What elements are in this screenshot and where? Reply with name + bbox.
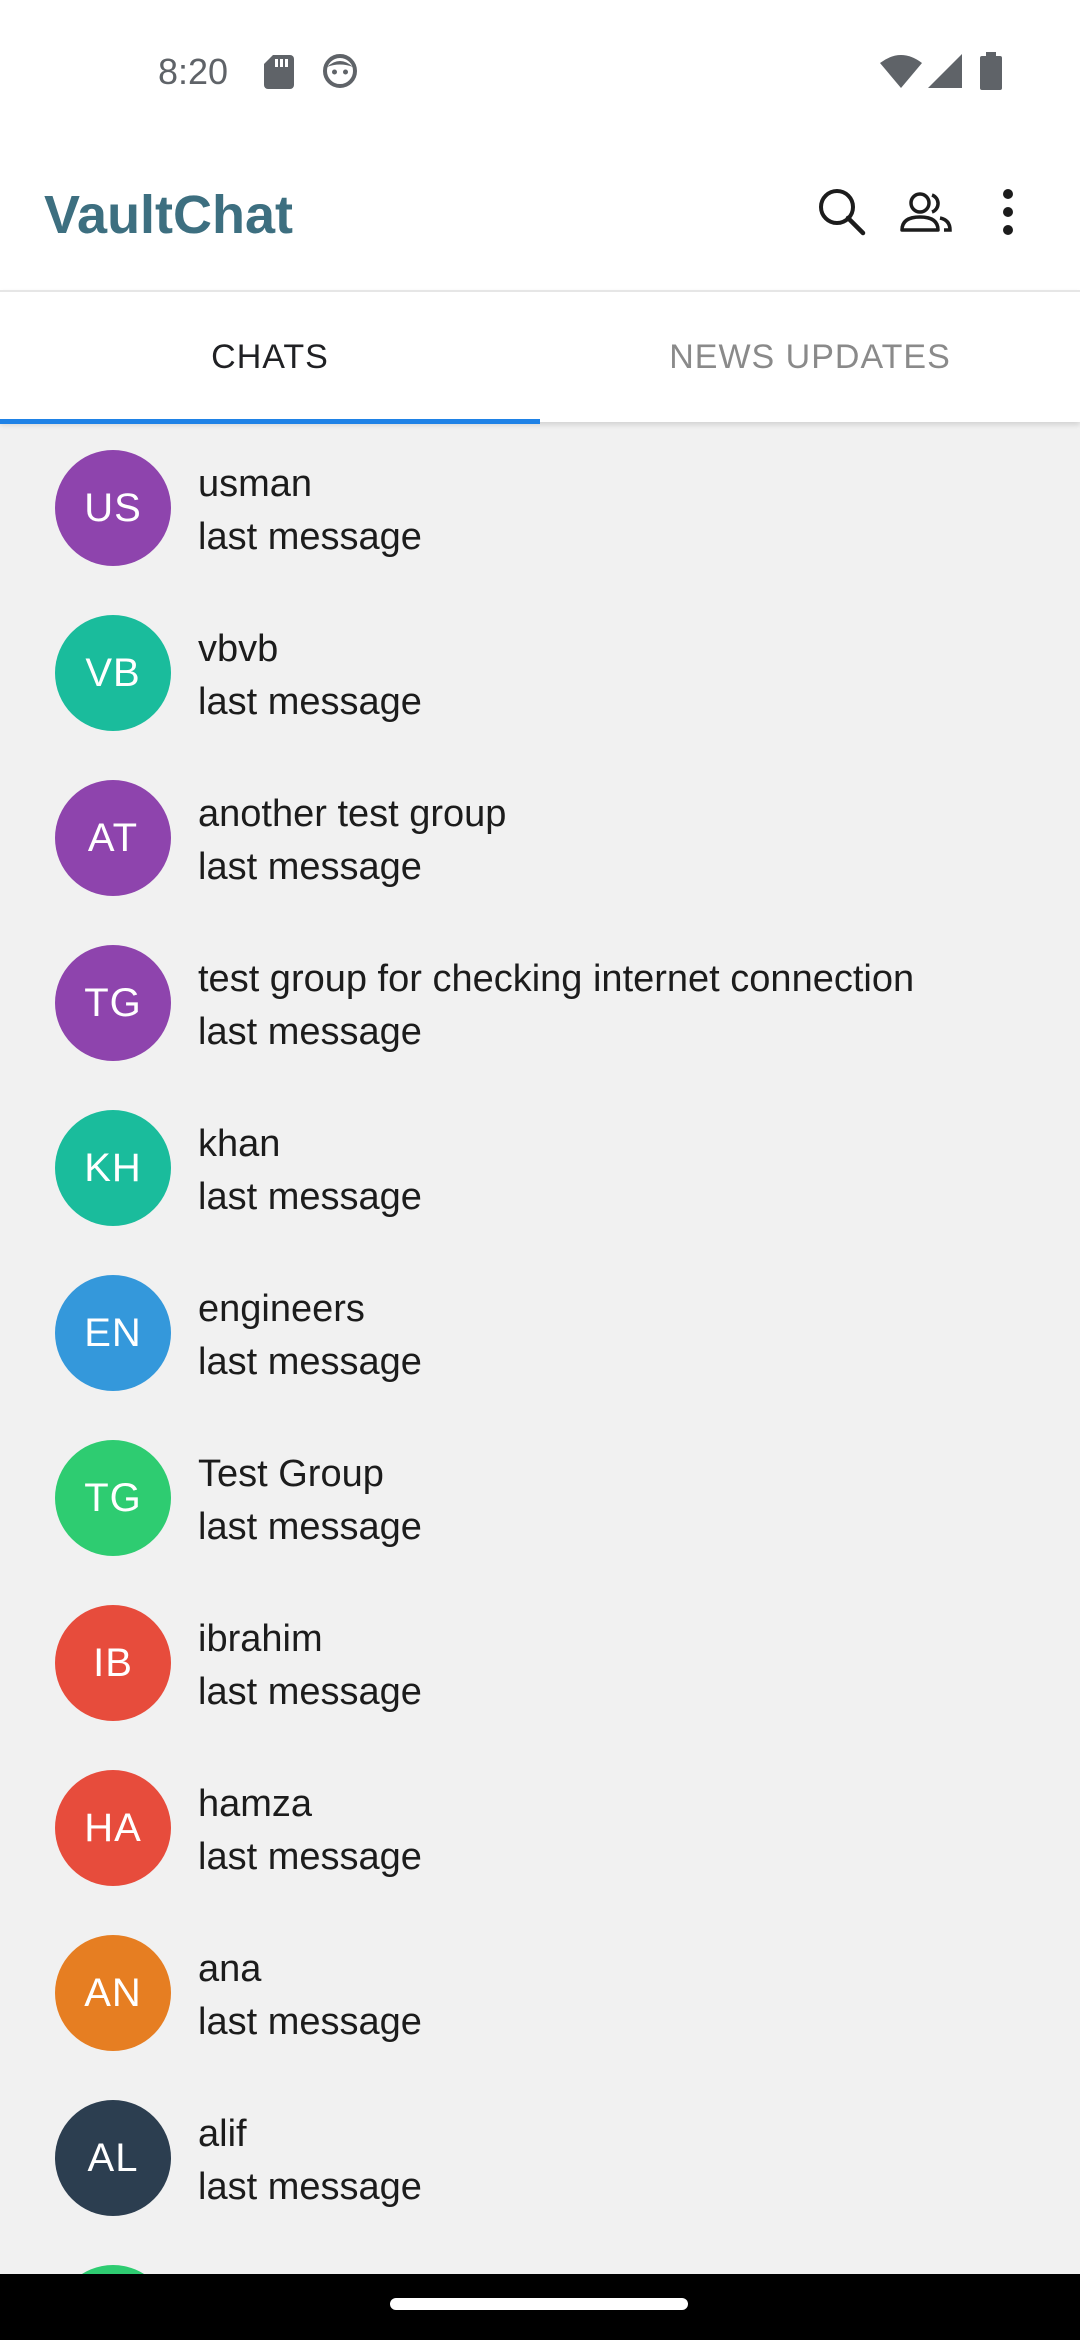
more-options-button[interactable] — [976, 182, 1040, 246]
chat-last-message: last message — [198, 846, 422, 888]
avatar-initials: TG — [84, 1475, 142, 1520]
chat-last-message: last message — [198, 681, 422, 723]
chat-last-message: last message — [198, 1671, 422, 1713]
chat-item[interactable]: VB vbvb last message — [0, 589, 1080, 754]
screen: 8:20 VaultChat CHATS NEWS UPDATES US usm… — [0, 0, 1080, 2340]
avatar-initials: US — [84, 485, 142, 530]
chat-name: vbvb — [198, 628, 279, 670]
chat-item[interactable]: AN ana last message — [0, 1909, 1080, 2074]
chat-name: engineers — [198, 1288, 365, 1330]
chat-last-message: last message — [198, 1341, 422, 1383]
chat-last-message: last message — [198, 1176, 422, 1218]
avatar: KH — [55, 1110, 171, 1226]
chat-item[interactable]: AT another test group last message — [0, 754, 1080, 919]
chat-name: alif — [198, 2113, 247, 2155]
avatar: AN — [55, 1935, 171, 2051]
tab-bar: CHATS NEWS UPDATES — [0, 290, 1080, 424]
chat-name: ana — [198, 1948, 262, 1990]
chat-last-message: last message — [198, 1506, 422, 1548]
chat-item[interactable]: AL alif last message — [0, 2074, 1080, 2239]
chat-item[interactable]: KH khan last message — [0, 1084, 1080, 1249]
chat-item[interactable]: HA hamza last message — [0, 1744, 1080, 1909]
status-time: 8:20 — [158, 51, 229, 92]
chat-last-message: last message — [198, 1011, 422, 1053]
avatar: TG — [55, 945, 171, 1061]
avatar: US — [55, 450, 171, 566]
chat-item[interactable]: TG test group for checking internet conn… — [0, 919, 1080, 1084]
search-button[interactable] — [810, 182, 874, 246]
home-gesture-handle[interactable] — [390, 2298, 688, 2310]
avatar: TG — [55, 1440, 171, 1556]
avatar-initials: KH — [84, 1145, 142, 1190]
face-icon — [322, 53, 358, 94]
avatar: IB — [55, 1605, 171, 1721]
nav-bar — [0, 2274, 1080, 2340]
search-icon — [817, 187, 867, 242]
chat-last-message: last message — [198, 2001, 422, 2043]
chat-name: usman — [198, 463, 313, 505]
status-bar: 8:20 — [0, 0, 1080, 142]
avatar-initials: HA — [84, 1805, 142, 1850]
avatar-initials: VB — [85, 650, 141, 695]
chat-name: Test Group — [198, 1453, 384, 1495]
chat-name: khan — [198, 1123, 281, 1165]
chat-last-message: last message — [198, 516, 422, 558]
app-bar: VaultChat — [0, 142, 1080, 290]
avatar-initials: TG — [84, 980, 142, 1025]
avatar: AL — [55, 2100, 171, 2216]
signal-icon — [928, 54, 962, 93]
avatar: VB — [55, 615, 171, 731]
battery-icon — [980, 52, 1002, 95]
chat-item[interactable]: EN engineers last message — [0, 1249, 1080, 1414]
wifi-icon — [880, 54, 922, 93]
tab-news-updates-label: NEWS UPDATES — [669, 337, 951, 376]
contacts-button[interactable] — [894, 182, 958, 246]
avatar: AT — [55, 780, 171, 896]
chat-name: hamza — [198, 1783, 313, 1825]
avatar — [55, 2265, 171, 2274]
chat-name: test group for checking internet connect… — [198, 958, 915, 1000]
tab-chats[interactable]: CHATS — [0, 292, 540, 424]
chat-list[interactable]: US usman last message VB vbvb last messa… — [0, 424, 1080, 2274]
avatar-initials: AT — [87, 815, 139, 860]
avatar: HA — [55, 1770, 171, 1886]
avatar: EN — [55, 1275, 171, 1391]
chat-item[interactable]: TG Test Group last message — [0, 1414, 1080, 1579]
avatar-initials: EN — [84, 1310, 142, 1355]
avatar-initials: AL — [87, 2135, 139, 2180]
contacts-icon — [898, 190, 954, 239]
sd-card-icon — [264, 55, 294, 94]
chat-last-message: last message — [198, 2166, 422, 2208]
chat-item[interactable]: IB ibrahim last message — [0, 1579, 1080, 1744]
tab-news-updates[interactable]: NEWS UPDATES — [540, 292, 1080, 422]
chat-name: ibrahim — [198, 1618, 323, 1660]
avatar-initials: IB — [93, 1640, 133, 1685]
chat-item-partial[interactable] — [0, 2239, 1080, 2274]
chat-name: another test group — [198, 793, 507, 835]
avatar-initials: AN — [84, 1970, 142, 2015]
more-vert-icon — [1001, 188, 1015, 241]
app-title: VaultChat — [44, 185, 294, 245]
chat-item[interactable]: US usman last message — [0, 424, 1080, 589]
chat-last-message: last message — [198, 1836, 422, 1878]
tab-chats-label: CHATS — [211, 337, 329, 376]
